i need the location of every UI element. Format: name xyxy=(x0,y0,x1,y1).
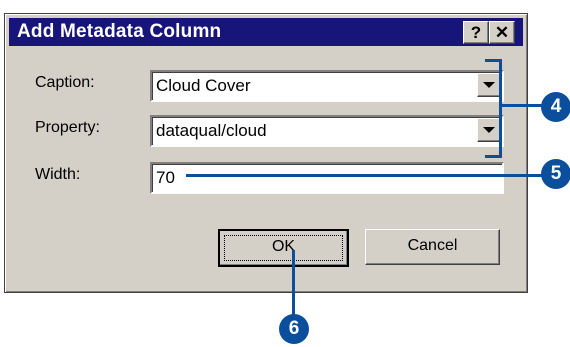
callout-5-line xyxy=(186,174,546,177)
width-label: Width: xyxy=(35,166,81,183)
caption-value: Cloud Cover xyxy=(156,76,251,95)
property-combobox[interactable]: dataqual/cloud xyxy=(150,115,504,147)
help-icon: ? xyxy=(470,23,482,42)
caption-label: Caption: xyxy=(35,74,95,91)
width-input[interactable]: 70 xyxy=(150,162,504,194)
property-value: dataqual/cloud xyxy=(156,121,267,140)
callout-4-bracket xyxy=(485,59,502,158)
property-label: Property: xyxy=(35,119,100,136)
title-bar: Add Metadata Column ? ✕ xyxy=(9,18,523,46)
callout-5-badge: 5 xyxy=(541,159,570,189)
callout-6-line xyxy=(292,250,295,317)
help-button[interactable]: ? xyxy=(463,21,489,44)
close-icon: ✕ xyxy=(494,23,510,42)
ok-button[interactable]: OK xyxy=(218,229,349,267)
callout-4-badge: 4 xyxy=(541,92,570,122)
focus-rect xyxy=(224,235,343,261)
dialog-title: Add Metadata Column xyxy=(17,21,222,42)
cancel-label: Cancel xyxy=(407,237,458,254)
width-value: 70 xyxy=(156,168,175,187)
add-metadata-column-dialog: Add Metadata Column ? ✕ Caption: Cloud C… xyxy=(4,13,528,293)
callout-4-line xyxy=(502,104,546,107)
close-button[interactable]: ✕ xyxy=(489,21,515,44)
cancel-button[interactable]: Cancel xyxy=(365,229,500,265)
callout-6-badge: 6 xyxy=(279,314,309,344)
caption-combobox[interactable]: Cloud Cover xyxy=(150,70,504,102)
